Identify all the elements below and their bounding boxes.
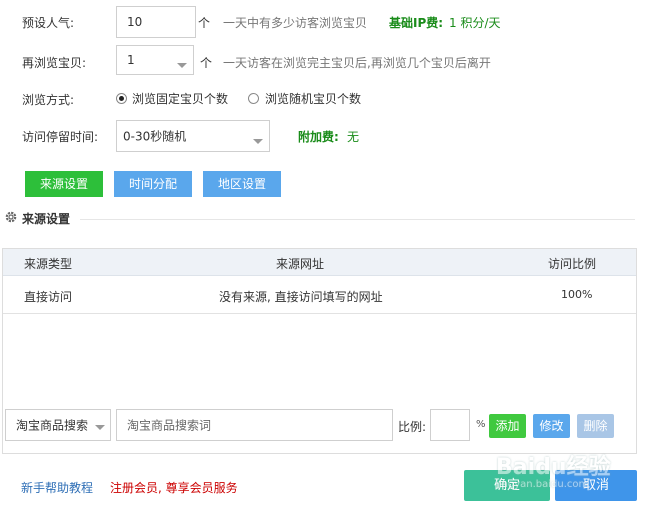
mode-fixed-radio[interactable] — [116, 93, 127, 104]
mode-label: 浏览方式: — [22, 93, 75, 107]
percent-sign: % — [476, 419, 486, 430]
extra-fee-label: 附加费: — [298, 130, 339, 144]
preset-value: 10 — [127, 15, 143, 29]
stay-label: 访问停留时间: — [22, 130, 99, 144]
preset-input[interactable]: 10 — [116, 6, 196, 38]
edit-button[interactable]: 修改 — [533, 414, 570, 438]
delete-button[interactable]: 删除 — [577, 414, 614, 438]
section-divider — [80, 219, 635, 220]
section-title: 来源设置 — [22, 212, 71, 226]
help-link[interactable]: 新手帮助教程 — [21, 479, 93, 496]
chevron-down-icon — [253, 139, 263, 144]
chevron-down-icon — [177, 63, 187, 68]
rebrowse-value: 1 — [127, 53, 135, 67]
base-fee-label: 基础IP费: — [389, 16, 444, 30]
rebrowse-unit: 个 — [200, 56, 213, 70]
chevron-down-icon — [95, 425, 105, 430]
rebrowse-hint: 一天访客在浏览完主宝贝后,再浏览几个宝贝后离开 — [223, 56, 491, 70]
source-type-value: 淘宝商品搜索 — [16, 418, 89, 433]
row-source-url: 没有来源, 直接访问填写的网址 — [219, 290, 383, 304]
preset-hint: 一天中有多少访客浏览宝贝 — [223, 16, 368, 30]
ratio-input[interactable] — [430, 409, 470, 441]
table-row[interactable]: 直接访问 没有来源, 直接访问填写的网址 100% — [3, 276, 636, 314]
gear-icon — [4, 210, 18, 224]
keyword-input[interactable]: 淘宝商品搜索词 — [116, 409, 393, 441]
add-button[interactable]: 添加 — [489, 414, 526, 438]
header-visit-ratio: 访问比例 — [548, 257, 597, 271]
preset-label: 预设人气: — [22, 16, 75, 30]
base-fee-value: 1 积分/天 — [449, 16, 501, 30]
ratio-label: 比例: — [398, 420, 427, 434]
rebrowse-label: 再浏览宝贝: — [22, 56, 87, 70]
header-source-url: 来源网址 — [276, 257, 325, 271]
row-divider — [3, 313, 636, 314]
register-link[interactable]: 注册会员, 尊享会员服务 — [110, 479, 238, 496]
stay-value: 0-30秒随机 — [123, 129, 187, 144]
row-source-type: 直接访问 — [24, 290, 73, 304]
cancel-button[interactable]: 取消 — [555, 470, 637, 501]
tab-source-settings[interactable]: 来源设置 — [25, 171, 103, 197]
tab-region-settings[interactable]: 地区设置 — [203, 171, 281, 197]
preset-unit: 个 — [198, 16, 211, 30]
rebrowse-select[interactable]: 1 — [116, 45, 194, 75]
source-type-select[interactable]: 淘宝商品搜索 — [5, 409, 111, 441]
row-visit-ratio: 100% — [561, 288, 593, 301]
keyword-placeholder: 淘宝商品搜索词 — [127, 418, 212, 433]
source-table: 来源类型 来源网址 访问比例 直接访问 没有来源, 直接访问填写的网址 100%… — [2, 248, 637, 454]
mode-fixed-label[interactable]: 浏览固定宝贝个数 — [132, 90, 228, 107]
mode-random-radio[interactable] — [248, 93, 259, 104]
header-source-type: 来源类型 — [24, 257, 73, 271]
stay-select[interactable]: 0-30秒随机 — [116, 120, 270, 152]
tab-time-allocation[interactable]: 时间分配 — [114, 171, 192, 197]
table-header: 来源类型 来源网址 访问比例 — [3, 249, 636, 276]
confirm-button[interactable]: 确定 — [464, 470, 550, 501]
extra-fee-value: 无 — [347, 130, 360, 144]
mode-random-label[interactable]: 浏览随机宝贝个数 — [265, 90, 361, 107]
